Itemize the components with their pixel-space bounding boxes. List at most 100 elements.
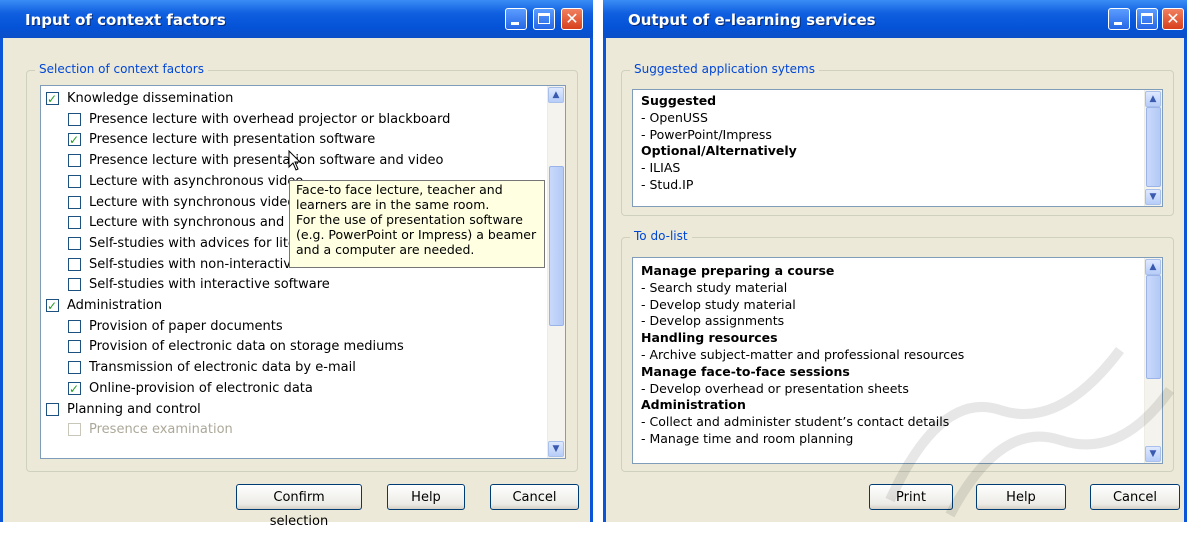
vertical-scrollbar[interactable]: ▲ ▼: [1144, 90, 1162, 206]
context-factor-label: Presence lecture with presentation softw…: [89, 153, 444, 169]
checkbox[interactable]: [68, 216, 81, 230]
checkbox[interactable]: [68, 257, 81, 271]
tooltip-line: and a computer are needed.: [296, 242, 475, 257]
title-bar[interactable]: Input of context factors ✕: [0, 0, 593, 38]
context-factor-label: Lecture with synchronous video t: [89, 194, 305, 210]
list-item: - Develop overhead or presentation sheet…: [641, 380, 909, 396]
window-title: Output of e-learning services: [628, 11, 876, 29]
checkbox[interactable]: [68, 278, 81, 292]
checkbox[interactable]: [68, 112, 81, 126]
vertical-scrollbar[interactable]: ▲ ▼: [1144, 258, 1162, 463]
list-item: - Manage time and room planning: [641, 431, 854, 446]
list-item: - Develop assignments: [641, 313, 785, 329]
maximize-icon: [1141, 13, 1153, 24]
checkbox: [68, 423, 81, 437]
group-label: To do-list: [630, 229, 692, 243]
cancel-button[interactable]: Cancel: [490, 484, 579, 510]
window-title: Input of context factors: [25, 11, 226, 29]
title-bar[interactable]: Output of e-learning services ✕: [603, 0, 1187, 38]
list-item: - Develop study material: [641, 296, 796, 312]
mouse-pointer-icon: [288, 150, 302, 171]
scrollbar-thumb[interactable]: [1146, 275, 1161, 379]
checkbox[interactable]: [68, 340, 81, 354]
confirm-selection-button[interactable]: Confirm selection: [236, 484, 362, 529]
context-factors-group: Selection of context factors Knowledge d…: [26, 62, 578, 472]
scroll-up-arrow-icon[interactable]: ▲: [1145, 91, 1161, 107]
context-factor-label: Presence examination: [89, 422, 233, 438]
context-factor-label: Administration: [67, 298, 163, 313]
scroll-up-arrow-icon[interactable]: ▲: [1145, 259, 1161, 275]
tooltip-line: For the use of presentation software: [296, 212, 523, 227]
checkbox[interactable]: [68, 195, 81, 209]
checkbox[interactable]: [68, 236, 81, 250]
context-factors-list[interactable]: Knowledge dissemination Presence lecture …: [40, 85, 566, 459]
dialog-body: Suggested application sytems Suggested - …: [606, 38, 1184, 522]
tooltip-line: Face-to face lecture, teacher and: [296, 182, 503, 197]
section-heading: Suggested: [641, 93, 717, 108]
group-label: Suggested application sytems: [630, 62, 820, 76]
checkbox-checked[interactable]: [68, 380, 81, 398]
dialog-body: Selection of context factors Knowledge d…: [3, 38, 590, 529]
close-button[interactable]: ✕: [561, 8, 583, 30]
tooltip-line: learners are in the same room.: [296, 197, 490, 212]
checkbox[interactable]: [68, 154, 81, 168]
list-item: - Archive subject-matter and professiona…: [641, 347, 965, 362]
list-item: - Collect and administer student’s conta…: [641, 414, 950, 430]
maximize-button[interactable]: [1136, 8, 1158, 30]
maximize-icon: [538, 13, 550, 24]
minimize-icon: [511, 22, 519, 25]
context-factor-label: Planning and control: [67, 401, 201, 417]
checkbox[interactable]: [68, 361, 81, 375]
section-heading: Administration: [641, 397, 746, 413]
list-item: - Search study material: [641, 279, 788, 295]
context-factor-label: Transmission of electronic data by e-mai…: [89, 360, 356, 376]
minimize-icon: [1114, 22, 1122, 25]
list-item: - ILIAS: [641, 160, 681, 176]
elearning-services-window: Output of e-learning services ✕ Suggeste…: [603, 0, 1187, 522]
context-factor-label: Presence lecture with overhead projector…: [89, 111, 451, 127]
tooltip: Face-to face lecture, teacher and learne…: [289, 180, 545, 268]
checkbox-checked[interactable]: [68, 131, 81, 149]
minimize-button[interactable]: [505, 8, 527, 30]
maximize-button[interactable]: [533, 8, 555, 30]
section-heading: Handling resources: [641, 330, 778, 346]
checkbox-checked[interactable]: [46, 297, 59, 315]
group-label: Selection of context factors: [35, 62, 208, 76]
context-factor-label: Lecture with asynchronous video: [89, 173, 304, 189]
suggested-systems-group: Suggested application sytems Suggested - …: [621, 62, 1174, 216]
cancel-button[interactable]: Cancel: [1090, 484, 1180, 510]
list-item: - Stud.IP: [641, 177, 694, 192]
context-factor-label: Lecture with synchronous and in: [89, 215, 301, 231]
help-button[interactable]: Help: [387, 484, 465, 510]
scroll-down-arrow-icon[interactable]: ▼: [1145, 446, 1161, 462]
scroll-down-arrow-icon[interactable]: ▼: [548, 441, 564, 457]
context-factor-label: Provision of paper documents: [89, 318, 283, 334]
close-icon: ✕: [565, 9, 579, 28]
scrollbar-thumb[interactable]: [549, 166, 564, 326]
context-factor-label: Self-studies with interactive software: [89, 277, 330, 293]
checkbox[interactable]: [68, 174, 81, 188]
print-button[interactable]: Print: [869, 484, 953, 510]
list-item: - OpenUSS: [641, 109, 708, 125]
todo-list[interactable]: Manage preparing a course - Search study …: [632, 257, 1163, 464]
context-factor-label: Provision of electronic data on storage …: [89, 339, 404, 355]
help-button[interactable]: Help: [976, 484, 1066, 510]
checkbox[interactable]: [68, 319, 81, 333]
context-factor-label: Knowledge dissemination: [67, 91, 234, 106]
suggested-systems-list[interactable]: Suggested - OpenUSS - PowerPoint/Impress Op…: [632, 89, 1163, 207]
checkbox[interactable]: [46, 402, 59, 416]
scroll-down-arrow-icon[interactable]: ▼: [1145, 189, 1161, 205]
section-heading: Manage face-to-face sessions: [641, 363, 850, 379]
list-item: - PowerPoint/Impress: [641, 126, 772, 142]
scroll-up-arrow-icon[interactable]: ▲: [548, 87, 564, 103]
scrollbar-thumb[interactable]: [1146, 107, 1161, 187]
close-button[interactable]: ✕: [1162, 8, 1184, 30]
section-heading: Optional/Alternatively: [641, 143, 797, 159]
context-factor-label: Presence lecture with presentation softw…: [89, 132, 376, 148]
todo-list-group: To do-list Manage preparing a course - Se…: [621, 229, 1174, 472]
checkbox-checked[interactable]: [46, 90, 59, 108]
section-heading: Manage preparing a course: [641, 263, 835, 278]
context-factor-label: Self-studies with advices for liter: [89, 235, 302, 251]
vertical-scrollbar[interactable]: ▲ ▼: [547, 86, 565, 458]
minimize-button[interactable]: [1108, 8, 1130, 30]
